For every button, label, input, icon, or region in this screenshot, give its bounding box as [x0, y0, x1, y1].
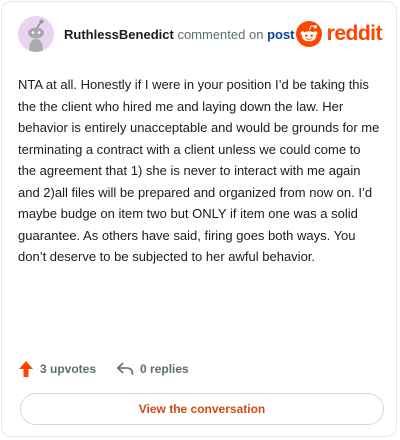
- comment-body: NTA at all. Honestly if I were in your p…: [18, 77, 380, 264]
- post-link[interactable]: post: [267, 27, 294, 42]
- comment-header: RuthlessBenedict commented on post reddi…: [18, 16, 383, 54]
- reply-button[interactable]: 0 replies: [116, 361, 189, 377]
- comment-meta: RuthlessBenedict commented on post: [64, 27, 295, 42]
- comment-card: RuthlessBenedict commented on post reddi…: [1, 1, 397, 437]
- author-name[interactable]: RuthlessBenedict: [64, 27, 174, 42]
- upvote-count: 3 upvotes: [40, 362, 97, 376]
- comment-actions: 3 upvotes 0 replies: [18, 358, 209, 380]
- view-conversation-button[interactable]: View the conversation: [20, 393, 384, 425]
- commented-on-text: commented on: [177, 27, 264, 42]
- upvote-button[interactable]: 3 upvotes: [18, 360, 96, 378]
- reply-arrow-icon: [117, 362, 134, 375]
- reddit-logo-icon: [295, 21, 322, 47]
- reply-count: 0 replies: [140, 362, 189, 376]
- snoo-avatar-icon: [18, 16, 54, 52]
- view-conversation-label: View the conversation: [138, 402, 266, 416]
- reddit-wordmark: reddit: [326, 22, 383, 45]
- upvote-arrow-icon: [19, 361, 33, 377]
- reddit-brand[interactable]: reddit: [295, 20, 383, 48]
- user-avatar[interactable]: [18, 16, 54, 52]
